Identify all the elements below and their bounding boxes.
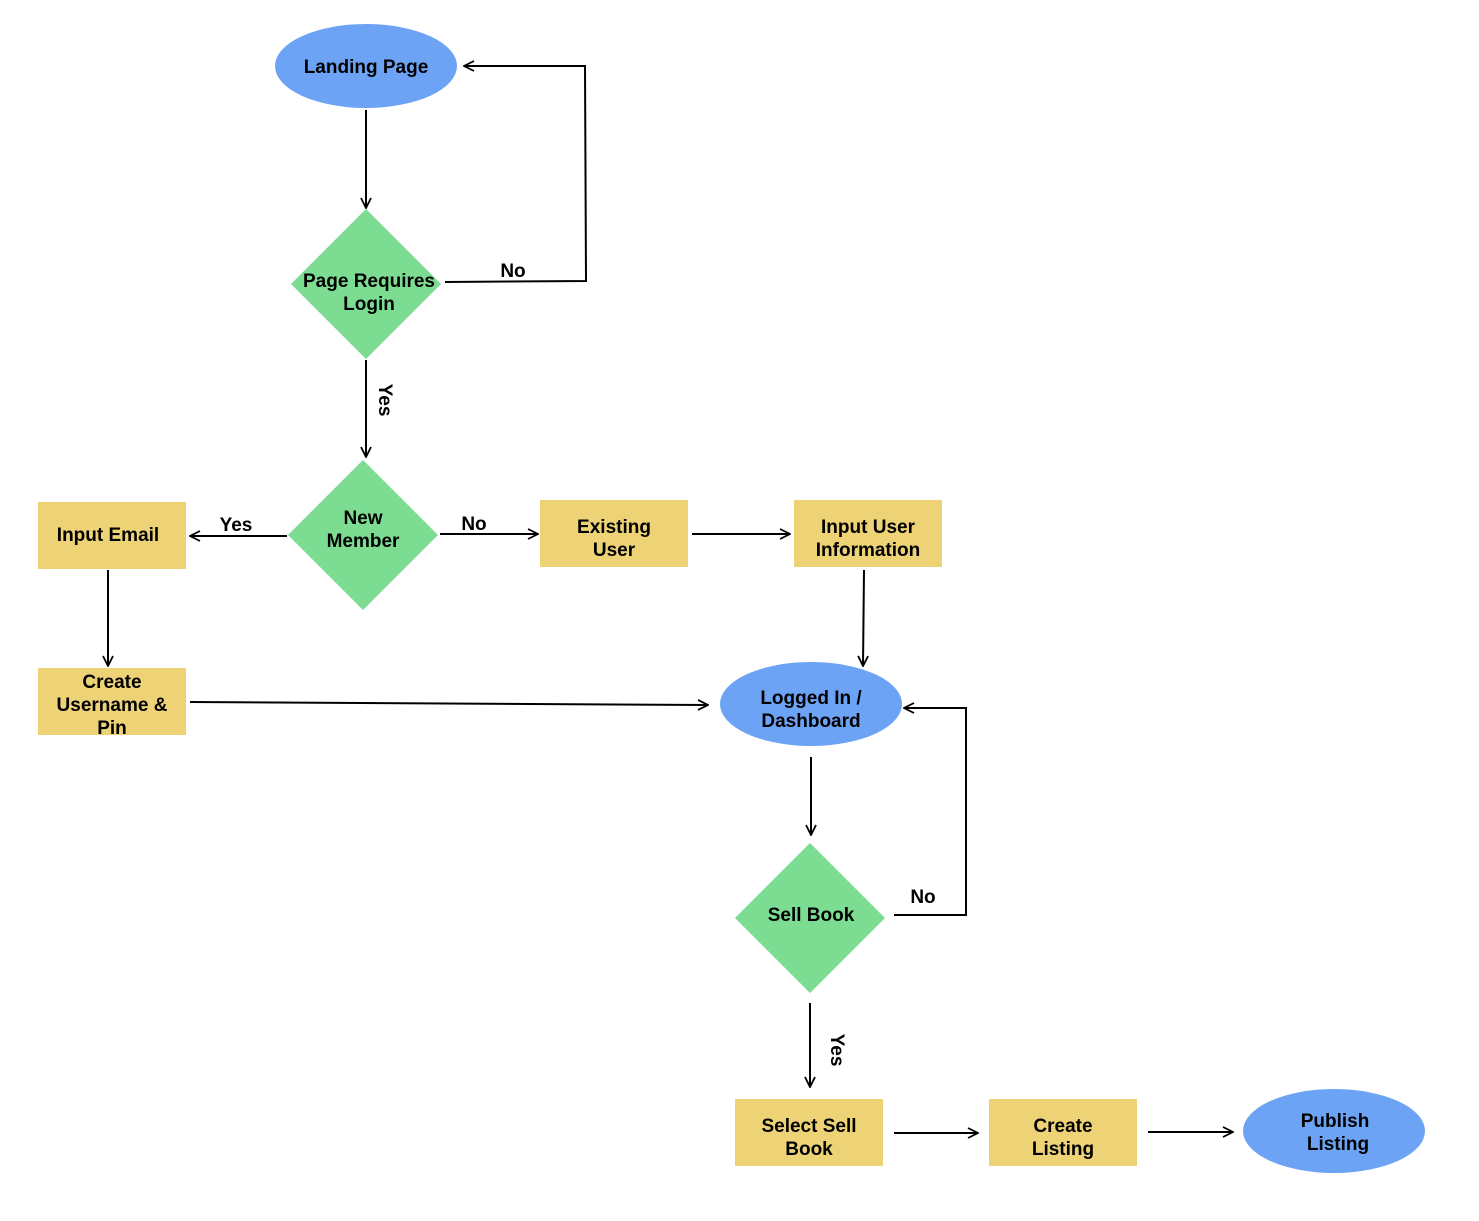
edge-login-no-to-landing xyxy=(444,66,588,283)
node-logged-in-dashboard: Logged In / Dashboard xyxy=(720,662,902,746)
node-existing-user: Existing User xyxy=(540,500,688,567)
svg-text:Member: Member xyxy=(327,531,400,552)
node-select-sell-book: Select Sell Book xyxy=(735,1099,883,1166)
edges xyxy=(108,66,1233,1133)
svg-text:Book: Book xyxy=(785,1139,833,1160)
edge-info-to-dashboard xyxy=(863,569,864,666)
edge-label-member-yes: Yes xyxy=(220,515,253,536)
node-create-username-pin: Create Username & Pin xyxy=(38,668,186,739)
edge-label-login-yes: Yes xyxy=(374,384,395,417)
svg-text:Logged In /: Logged In / xyxy=(760,688,862,709)
edge-username-to-dashboard xyxy=(189,702,708,705)
edge-label-login-no: No xyxy=(500,261,525,282)
edge-label-sell-yes: Yes xyxy=(826,1034,847,1067)
edge-label-sell-no: No xyxy=(910,887,935,908)
svg-text:Landing Page: Landing Page xyxy=(304,57,429,78)
node-page-requires-login: Page Requires Login xyxy=(291,209,441,359)
svg-text:Login: Login xyxy=(343,294,395,315)
svg-text:Create: Create xyxy=(1033,1116,1092,1137)
svg-text:Input User: Input User xyxy=(821,517,916,538)
node-create-listing: Create Listing xyxy=(989,1099,1137,1166)
svg-text:Sell Book: Sell Book xyxy=(768,905,855,926)
svg-text:Existing: Existing xyxy=(577,517,651,538)
svg-text:Create: Create xyxy=(82,672,141,693)
svg-text:Listing: Listing xyxy=(1307,1134,1369,1155)
svg-text:Dashboard: Dashboard xyxy=(761,711,860,732)
svg-text:Select Sell: Select Sell xyxy=(761,1116,856,1137)
node-landing-page: Landing Page xyxy=(275,24,457,108)
svg-text:Input Email: Input Email xyxy=(57,525,159,546)
node-publish-listing: Publish Listing xyxy=(1243,1089,1425,1173)
edge-sell-no-to-dashboard xyxy=(894,708,967,916)
flowchart: No Yes Yes No No Yes Landing Page Page R… xyxy=(38,24,1425,1173)
svg-text:Pin: Pin xyxy=(97,718,127,739)
edge-label-member-no: No xyxy=(461,514,486,535)
svg-text:Publish: Publish xyxy=(1301,1111,1370,1132)
svg-text:Page Requires: Page Requires xyxy=(303,271,435,292)
node-new-member: New Member xyxy=(288,460,438,610)
node-input-email: Input Email xyxy=(38,502,186,569)
svg-text:New: New xyxy=(343,508,382,529)
svg-text:Information: Information xyxy=(816,540,921,561)
node-input-user-information: Input User Information xyxy=(794,500,942,567)
svg-text:Listing: Listing xyxy=(1032,1139,1094,1160)
svg-text:User: User xyxy=(593,540,636,561)
svg-text:Username &: Username & xyxy=(57,695,168,716)
node-sell-book: Sell Book xyxy=(735,843,885,993)
